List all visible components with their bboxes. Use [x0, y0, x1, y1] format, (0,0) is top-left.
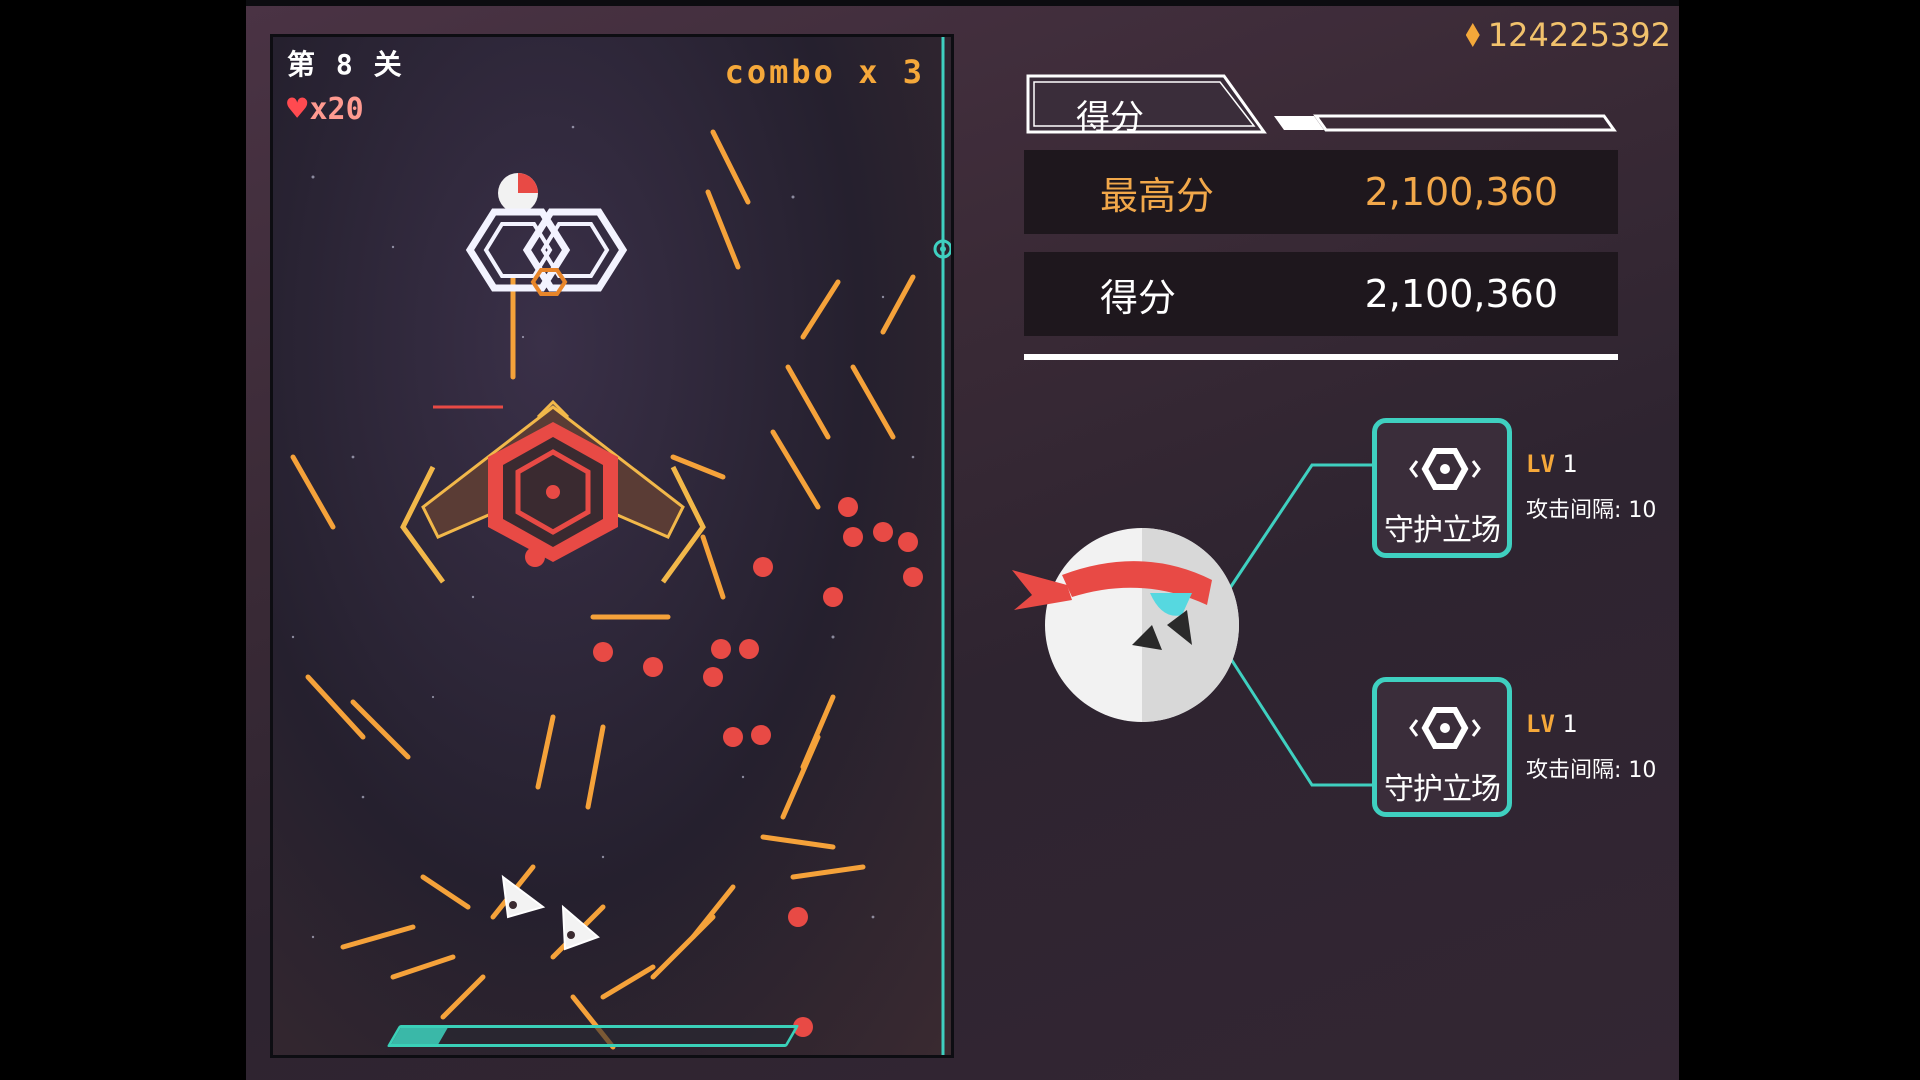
player-character [1012, 528, 1239, 722]
skill-level-prefix: LV [1526, 710, 1555, 738]
skill-name: 守护立场 [1384, 513, 1501, 548]
score-tab: 得分 [1024, 72, 1624, 138]
best-score-row: 最高分 2,100,360 [1024, 150, 1618, 234]
enemy-boss-ship [400, 399, 706, 584]
game-scene [290, 37, 951, 1055]
lives-counter: ♥ x20 [287, 89, 364, 129]
skill-interval: 攻击间隔: 10 [1526, 758, 1657, 783]
best-score-value: 2,100,360 [1364, 170, 1558, 214]
skill-interval: 攻击间隔: 10 [1526, 498, 1657, 523]
best-score-label: 最高分 [1100, 173, 1215, 218]
skill-level-value: 1 [1562, 710, 1578, 738]
currency-display: 124225392 [1465, 16, 1671, 54]
hexagon-shield-icon [1409, 448, 1481, 490]
currency-amount: 124225392 [1487, 16, 1671, 54]
skill-level-prefix: LV [1526, 450, 1555, 478]
score-tab-label: 得分 [1076, 98, 1144, 138]
skill-info-2: LV 1 攻击间隔: 10 [1526, 710, 1656, 784]
player-ships [501, 874, 600, 951]
stage-progress-fill [391, 1028, 448, 1044]
skill-card-1[interactable]: 守护立场 [1372, 418, 1512, 558]
score-divider [1024, 354, 1618, 360]
skill-name: 守护立场 [1384, 772, 1501, 807]
lives-count: x20 [309, 91, 364, 127]
enemy-hex-turret [465, 173, 628, 296]
skill-level-value: 1 [1562, 450, 1578, 478]
hexagon-shield-icon [1409, 707, 1481, 749]
stage-progress-bar [386, 1025, 800, 1047]
skill-card-2[interactable]: 守护立场 [1372, 677, 1512, 817]
heart-icon: ♥ [287, 89, 308, 129]
level-label: 第 8 关 [287, 48, 404, 81]
skull-bullets [525, 497, 923, 1037]
bullet-streaks [290, 129, 916, 1050]
result-screen: 124225392 第 8 关 ♥ x20 combo x 3 得分 最高分 2… [246, 0, 1679, 1080]
skill-info-1: LV 1 攻击间隔: 10 [1526, 450, 1656, 524]
current-score-label: 得分 [1100, 275, 1177, 320]
combo-counter: combo x 3 [724, 53, 925, 91]
gem-icon [1465, 23, 1480, 47]
current-score-value: 2,100,360 [1364, 272, 1558, 316]
game-panel: 第 8 关 ♥ x20 combo x 3 [270, 34, 954, 1058]
current-score-row: 得分 2,100,360 [1024, 252, 1618, 336]
